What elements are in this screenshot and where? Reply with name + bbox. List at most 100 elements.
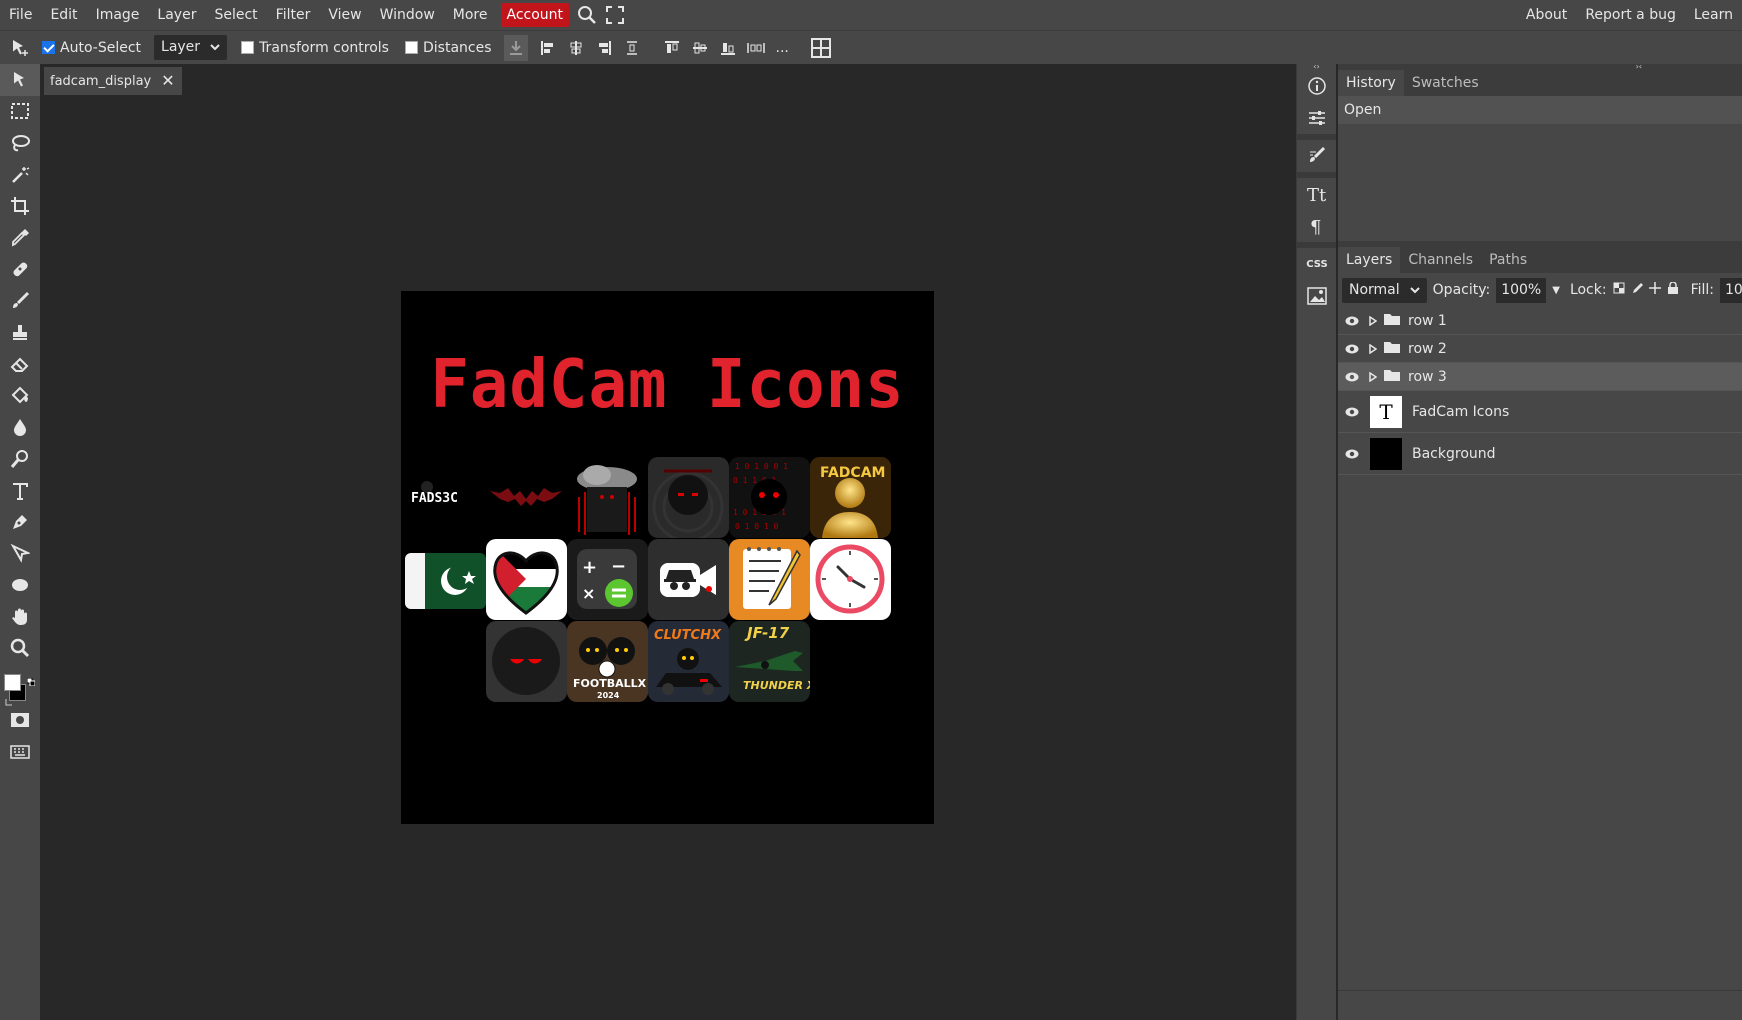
spy-camera-icon (648, 539, 729, 620)
adjustments-panel-icon[interactable] (1297, 102, 1337, 134)
distances-checkbox[interactable] (404, 41, 418, 54)
menu-view[interactable]: View (319, 0, 370, 30)
pakistan-flag-icon (405, 553, 486, 609)
transform-controls-checkbox[interactable] (241, 41, 255, 54)
document-canvas[interactable]: FadCam Icons FADS3C 1 0 1 0 0 10 1 1 0 1… (401, 291, 934, 824)
distances-toggle[interactable]: Distances (404, 40, 492, 56)
search-icon[interactable] (573, 0, 601, 30)
align-right-icon[interactable] (590, 33, 618, 63)
layer-row-3[interactable]: row 3 (1338, 363, 1742, 391)
tab-paths[interactable]: Paths (1481, 247, 1535, 273)
opacity-input[interactable]: 100% (1496, 277, 1547, 303)
eye-icon[interactable] (1338, 344, 1366, 354)
menu-image[interactable]: Image (87, 0, 149, 30)
menu-edit[interactable]: Edit (41, 0, 86, 30)
align-top-icon[interactable] (658, 33, 686, 63)
auto-select-toggle[interactable]: Auto-Select (42, 40, 141, 56)
paragraph-panel-icon[interactable]: ¶ (1297, 210, 1337, 242)
eye-icon[interactable] (1338, 372, 1366, 382)
path-select-tool[interactable] (0, 538, 40, 570)
tab-channels[interactable]: Channels (1400, 247, 1481, 273)
drop-icon (14, 419, 26, 437)
distribute-h-icon[interactable] (742, 33, 770, 63)
expand-arrow-icon[interactable] (1366, 315, 1380, 326)
hand-tool[interactable] (0, 601, 40, 633)
layer-row-2[interactable]: row 2 (1338, 335, 1742, 363)
lock-pixels-icon[interactable] (1631, 282, 1643, 298)
menu-report-bug[interactable]: Report a bug (1576, 0, 1685, 30)
blend-mode-value: Normal (1349, 281, 1400, 298)
menu-about[interactable]: About (1517, 0, 1576, 30)
marquee-tool[interactable] (0, 96, 40, 128)
menu-select[interactable]: Select (205, 0, 266, 30)
distribute-v-icon[interactable] (618, 33, 646, 63)
keyboard-tool[interactable] (0, 736, 40, 768)
shape-tool[interactable] (0, 570, 40, 602)
eye-icon[interactable] (1338, 316, 1366, 326)
fill-tool[interactable] (0, 380, 40, 412)
menu-file[interactable]: File (0, 0, 41, 30)
tab-swatches[interactable]: Swatches (1404, 70, 1487, 96)
foreground-color-swatch[interactable] (4, 674, 21, 692)
magic-wand-tool[interactable] (0, 159, 40, 191)
grid-icon[interactable] (807, 33, 835, 63)
history-entry-open[interactable]: Open (1338, 96, 1742, 124)
menu-more[interactable]: More (444, 0, 497, 30)
blend-mode-select[interactable]: Normal (1342, 277, 1427, 303)
align-center-h-icon[interactable] (562, 33, 590, 63)
healing-tool[interactable] (0, 254, 40, 286)
eyedropper-tool[interactable] (0, 222, 40, 254)
layer-name: row 1 (1408, 312, 1447, 329)
zoom-tool[interactable] (0, 633, 40, 665)
close-icon[interactable]: ✕ (159, 71, 177, 90)
transform-controls-toggle[interactable]: Transform controls (241, 40, 389, 56)
opacity-dropdown-icon[interactable]: ▼ (1552, 285, 1560, 296)
pen-tool[interactable] (0, 506, 40, 538)
fullscreen-icon[interactable] (601, 0, 629, 30)
crop-tool[interactable] (0, 190, 40, 222)
menu-learn[interactable]: Learn (1685, 0, 1742, 30)
layer-row-1[interactable]: row 1 (1338, 307, 1742, 335)
lock-all-icon[interactable] (1667, 281, 1679, 298)
fill-input[interactable]: 100% (1720, 277, 1742, 303)
css-panel-icon[interactable]: CSS (1297, 248, 1337, 280)
eraser-tool[interactable] (0, 348, 40, 380)
dodge-tool[interactable] (0, 443, 40, 475)
download-icon[interactable] (503, 34, 528, 61)
brush-tool[interactable] (0, 285, 40, 317)
layer-background[interactable]: Background (1338, 433, 1742, 475)
lock-transparency-icon[interactable] (1613, 282, 1625, 298)
menu-filter[interactable]: Filter (267, 0, 320, 30)
image-panel-icon[interactable] (1297, 280, 1337, 312)
character-panel-icon[interactable]: Tt (1297, 178, 1337, 210)
blur-tool[interactable] (0, 412, 40, 444)
move-tool[interactable] (0, 64, 40, 96)
expand-arrow-icon[interactable] (1366, 371, 1380, 382)
menu-window[interactable]: Window (371, 0, 444, 30)
align-bottom-icon[interactable] (714, 33, 742, 63)
menu-layer[interactable]: Layer (148, 0, 205, 30)
tab-layers[interactable]: Layers (1338, 247, 1401, 273)
info-panel-icon[interactable] (1297, 70, 1337, 102)
align-middle-icon[interactable] (686, 33, 714, 63)
expand-arrow-icon[interactable] (1366, 343, 1380, 354)
align-left-icon[interactable] (534, 33, 562, 63)
lasso-tool[interactable] (0, 127, 40, 159)
brush-settings-panel-icon[interactable] (1297, 140, 1337, 172)
type-tool[interactable] (0, 475, 40, 507)
eye-icon[interactable] (1338, 407, 1366, 417)
lock-position-icon[interactable] (1648, 282, 1661, 298)
account-button[interactable]: Account (500, 3, 570, 27)
layer-fadcam-icons[interactable]: T FadCam Icons (1338, 391, 1742, 433)
eye-icon[interactable] (1338, 449, 1366, 459)
auto-select-checkbox[interactable] (42, 41, 55, 54)
reset-colors-icon[interactable] (5, 694, 13, 706)
move-tool-icon (6, 33, 34, 63)
auto-select-target-select[interactable]: Layer (154, 35, 228, 60)
stamp-tool[interactable] (0, 317, 40, 349)
swap-colors-icon[interactable] (26, 674, 36, 687)
more-options[interactable]: ... (776, 40, 789, 56)
document-tab[interactable]: fadcam_display ✕ (44, 67, 182, 95)
tab-history[interactable]: History (1338, 70, 1404, 96)
quick-mask-tool[interactable] (0, 704, 40, 736)
